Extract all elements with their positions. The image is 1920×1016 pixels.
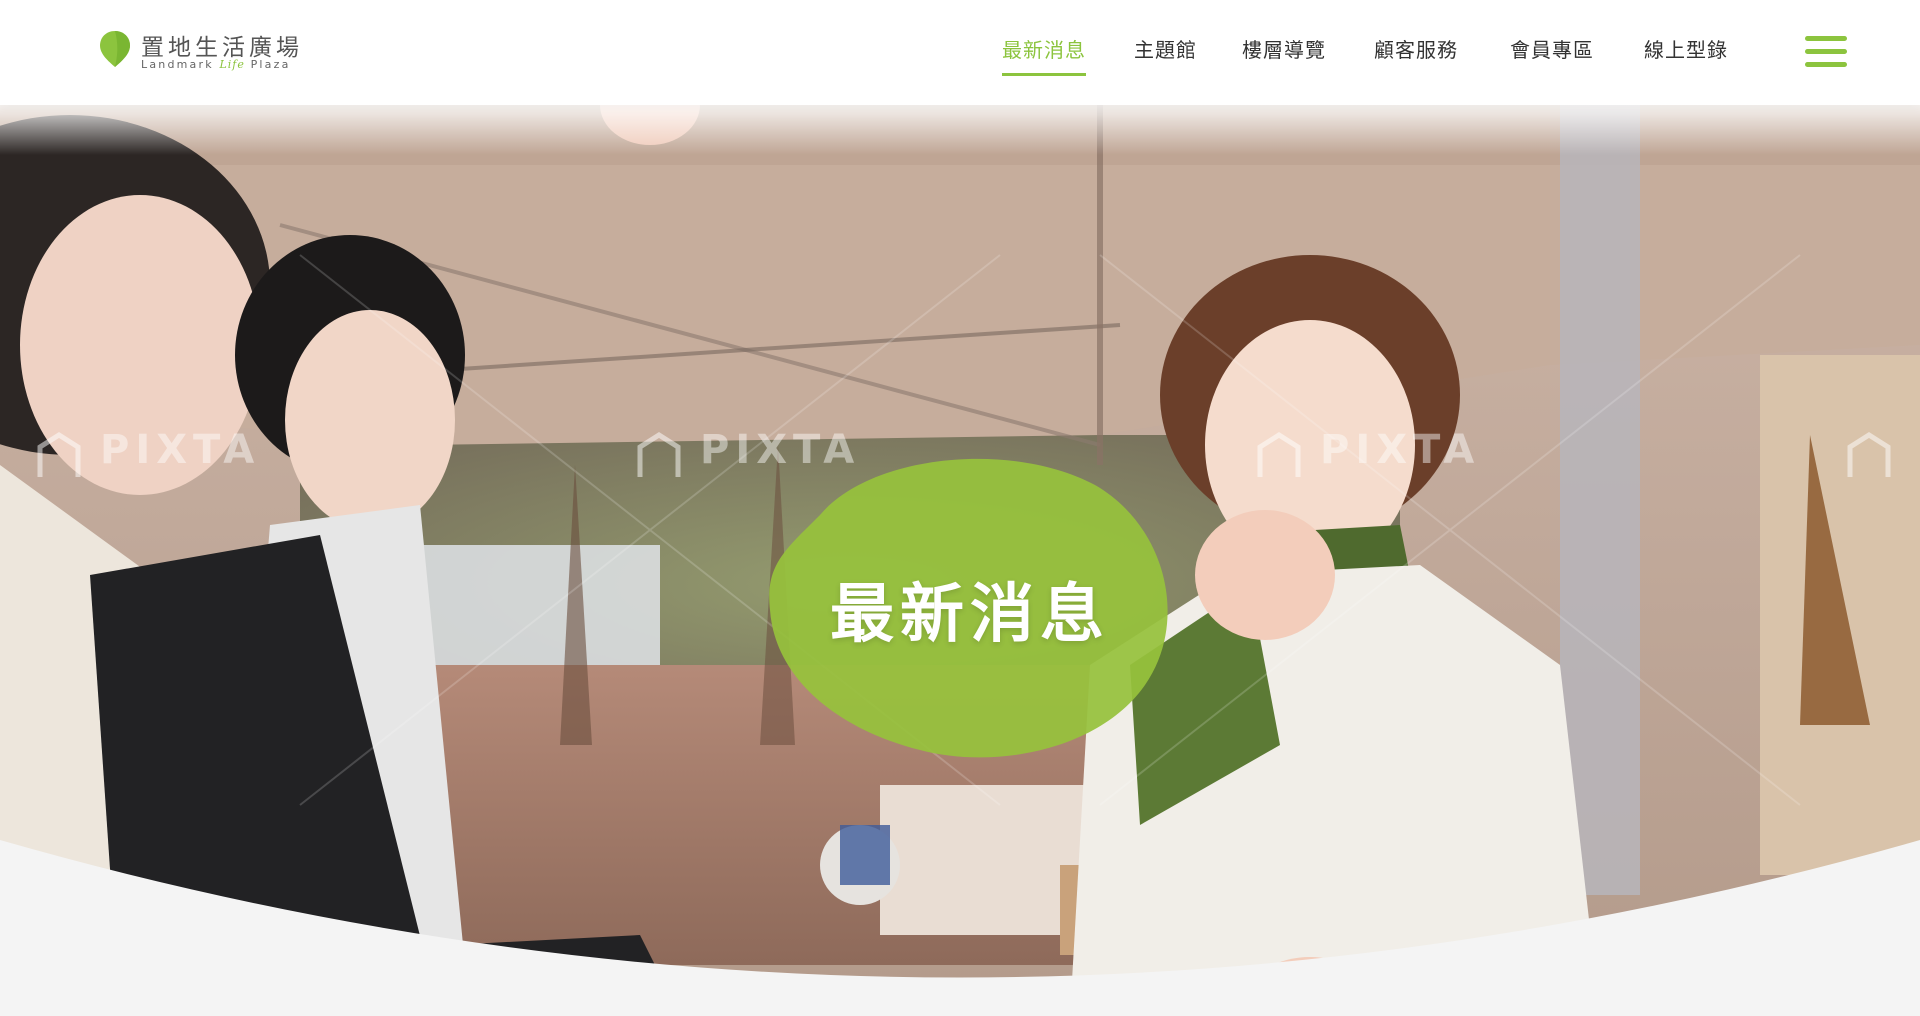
logo-subtitle: Landmark Life Plaza [141,58,291,71]
nav-item-floor-guide[interactable]: 樓層導覽 [1242,34,1326,73]
site-header: 置地生活廣場 Landmark Life Plaza 最新消息 主題館 樓層導覽… [0,0,1920,105]
nav-item-theme-hall[interactable]: 主題館 [1134,34,1197,73]
watermark-text: PIXTA [1320,427,1481,473]
hero-title-badge: 最新消息 [760,445,1180,765]
watermark-logo-icon [1847,432,1891,477]
watermark-logo-icon [637,432,681,477]
watermark-text: PIXTA [100,427,261,473]
nav-item-member-zone[interactable]: 會員專區 [1510,34,1594,73]
page-title: 最新消息 [830,578,1110,652]
logo-subtitle-script: Life [219,58,245,71]
hamburger-bar [1805,62,1847,67]
hamburger-bar [1805,49,1847,54]
leaf-pin-icon [100,31,130,67]
nav-item-online-catalog[interactable]: 線上型錄 [1644,34,1728,73]
hero-banner: PIXTA PIXTA PIXTA 最新消息 [0,105,1920,1016]
watermark-logo-icon [1257,432,1301,477]
logo-subtitle-post: Plaza [244,58,291,71]
hamburger-icon[interactable] [1805,36,1847,68]
watermark-logo-icon [37,432,81,477]
logo-title: 置地生活廣場 [141,35,303,61]
site-logo[interactable]: 置地生活廣場 Landmark Life Plaza [99,28,329,76]
hamburger-bar [1805,36,1847,41]
nav-item-latest-news[interactable]: 最新消息 [1002,34,1086,76]
logo-subtitle-pre: Landmark [141,58,220,71]
nav-item-customer-service[interactable]: 顧客服務 [1374,34,1458,73]
